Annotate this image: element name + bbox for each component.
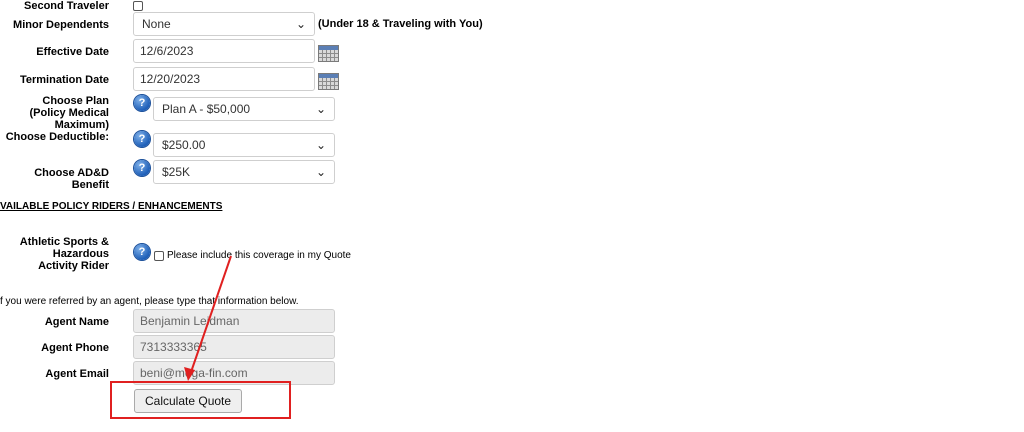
annotation-arrow xyxy=(184,255,232,381)
